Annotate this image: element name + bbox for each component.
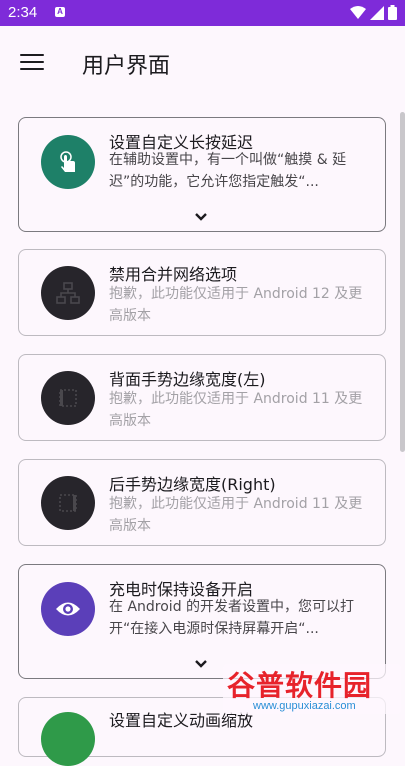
setting-card-stay-awake[interactable]: 充电时保持设备开启 在 Android 的开发者设置中，您可以打开“在接入电源时… (18, 564, 386, 679)
touch-icon (41, 135, 95, 189)
page-title: 用户界面 (82, 54, 171, 79)
card-description: 在 Android 的开发者设置中，您可以打开“在接入电源时保持屏幕开启“... (109, 599, 355, 637)
menu-icon[interactable] (20, 54, 44, 72)
battery-icon (388, 5, 397, 20)
watermark-text: 谷普软件园 (227, 669, 373, 702)
animation-icon (41, 712, 95, 766)
watermark-logo: 谷普软件园 www.gupuxiazai.com (223, 664, 401, 714)
wifi-icon (350, 5, 366, 19)
card-description: 抱歉，此功能仅适用于 Android 11 及更高版本 (109, 496, 363, 534)
watermark-url: www.gupuxiazai.com (253, 700, 356, 712)
card-description: 抱歉，此功能仅适用于 Android 11 及更高版本 (109, 391, 363, 429)
notification-icon: A (55, 7, 65, 17)
chevron-down-icon[interactable] (194, 659, 208, 669)
card-description: 在辅助设置中，有一个叫做“触摸 & 延迟”的功能，它允许您指定触发“... (109, 152, 347, 190)
network-icon (41, 266, 95, 320)
setting-card-edge-left[interactable]: 背面手势边缘宽度(左) 抱歉，此功能仅适用于 Android 11 及更高版本 (18, 354, 386, 441)
scrollbar[interactable] (400, 112, 405, 452)
chevron-down-icon[interactable] (194, 212, 208, 222)
app-bar: 用户界面 (0, 26, 405, 100)
card-title: 禁用合并网络选项 (109, 265, 238, 284)
setting-card-network-merge[interactable]: 禁用合并网络选项 抱歉，此功能仅适用于 Android 12 及更高版本 (18, 249, 386, 336)
status-time: 2:34 (8, 4, 38, 21)
setting-card-long-press[interactable]: 设置自定义长按延迟 在辅助设置中，有一个叫做“触摸 & 延迟”的功能，它允许您指… (18, 117, 386, 232)
setting-card-edge-right[interactable]: 后手势边缘宽度(Right) 抱歉，此功能仅适用于 Android 11 及更高… (18, 459, 386, 546)
signal-icon (370, 5, 384, 20)
status-bar: 2:34 A (0, 0, 405, 26)
card-description: 抱歉，此功能仅适用于 Android 12 及更高版本 (109, 286, 363, 324)
card-title: 背面手势边缘宽度(左) (109, 370, 266, 389)
card-title: 后手势边缘宽度(Right) (109, 475, 276, 494)
edge-right-icon (41, 476, 95, 530)
eye-icon (41, 582, 95, 636)
edge-left-icon (41, 371, 95, 425)
